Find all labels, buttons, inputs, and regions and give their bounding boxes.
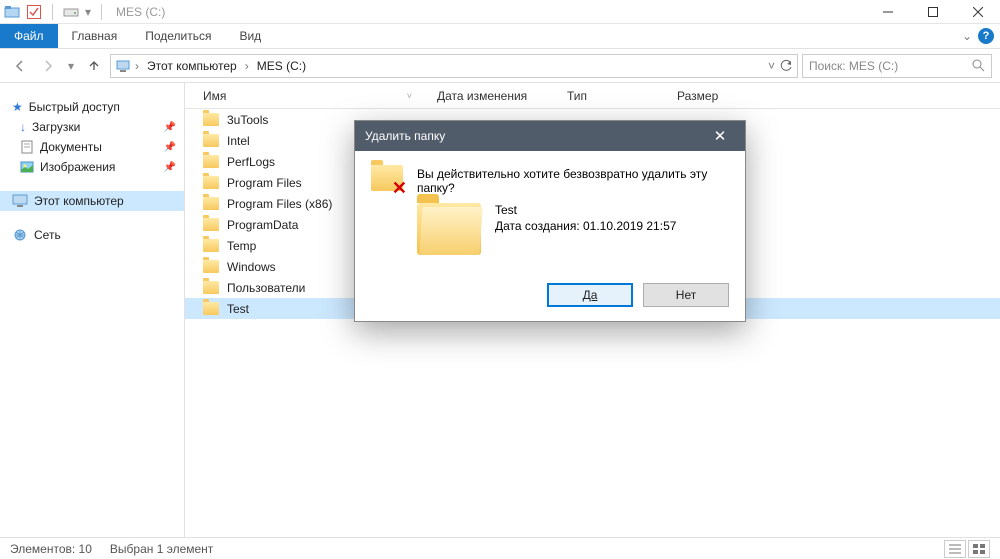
sidebar-quick-access[interactable]: ★ Быстрый доступ bbox=[0, 97, 184, 117]
ribbon-tab-home[interactable]: Главная bbox=[58, 24, 132, 48]
folder-icon bbox=[203, 260, 219, 273]
address-dropdown-icon[interactable]: ˅ bbox=[768, 59, 775, 73]
view-icons-button[interactable] bbox=[968, 540, 990, 558]
window-title: MES (C:) bbox=[116, 5, 165, 19]
minimize-button[interactable] bbox=[865, 0, 910, 24]
downloads-icon: ↓ bbox=[20, 120, 26, 134]
file-name: Program Files (x86) bbox=[227, 197, 332, 211]
file-name: ProgramData bbox=[227, 218, 298, 232]
dialog-titlebar[interactable]: Удалить папку ✕ bbox=[355, 121, 745, 151]
chevron-right-icon: › bbox=[245, 59, 249, 73]
sidebar-this-pc[interactable]: Этот компьютер bbox=[0, 191, 184, 211]
star-icon: ★ bbox=[12, 100, 23, 114]
refresh-icon[interactable] bbox=[779, 59, 793, 73]
file-name: PerfLogs bbox=[227, 155, 275, 169]
app-icon bbox=[4, 4, 20, 20]
dialog-yes-button[interactable]: Да bbox=[547, 283, 633, 307]
folder-icon bbox=[417, 203, 481, 255]
folder-icon bbox=[203, 155, 219, 168]
column-size[interactable]: Размер bbox=[665, 83, 745, 108]
network-icon bbox=[12, 228, 28, 242]
dialog-item-name: Test bbox=[495, 203, 676, 217]
ribbon-expand-icon[interactable]: ⌄ bbox=[962, 29, 972, 43]
folder-delete-icon: ✕ bbox=[371, 165, 403, 193]
status-count: Элементов: 10 bbox=[10, 542, 92, 556]
ribbon: Файл Главная Поделиться Вид ⌄ ? bbox=[0, 24, 1000, 49]
column-name[interactable]: Имя˅ bbox=[185, 83, 425, 108]
column-headers: Имя˅ Дата изменения Тип Размер bbox=[185, 83, 1000, 109]
file-name: Пользователи bbox=[227, 281, 305, 295]
file-name: Windows bbox=[227, 260, 276, 274]
pin-icon: 📌 bbox=[164, 142, 176, 153]
pin-icon: 📌 bbox=[164, 122, 176, 133]
search-placeholder: Поиск: MES (C:) bbox=[809, 59, 898, 73]
dialog-created: Дата создания: 01.10.2019 21:57 bbox=[495, 219, 676, 233]
title-bar: ▾ MES (C:) bbox=[0, 0, 1000, 24]
sidebar-documents[interactable]: Документы 📌 bbox=[0, 137, 184, 157]
pin-icon: 📌 bbox=[164, 162, 176, 173]
forward-button[interactable] bbox=[36, 54, 60, 78]
breadcrumb-pc[interactable]: Этот компьютер bbox=[143, 57, 241, 75]
navigation-pane: ★ Быстрый доступ ↓ Загрузки 📌 Документы … bbox=[0, 83, 185, 537]
pc-icon bbox=[115, 58, 131, 74]
folder-icon bbox=[203, 281, 219, 294]
close-button[interactable] bbox=[955, 0, 1000, 24]
folder-icon bbox=[203, 113, 219, 126]
back-button[interactable] bbox=[8, 54, 32, 78]
drive-icon bbox=[63, 4, 79, 20]
dialog-title: Удалить папку bbox=[365, 129, 445, 143]
ribbon-file-tab[interactable]: Файл bbox=[0, 24, 58, 48]
up-button[interactable] bbox=[82, 54, 106, 78]
dialog-no-button[interactable]: Нет bbox=[643, 283, 729, 307]
chevron-right-icon: › bbox=[135, 59, 139, 73]
search-icon bbox=[972, 59, 985, 72]
ribbon-tab-share[interactable]: Поделиться bbox=[131, 24, 225, 48]
file-name: Intel bbox=[227, 134, 250, 148]
sidebar-downloads[interactable]: ↓ Загрузки 📌 bbox=[0, 117, 184, 137]
file-name: Program Files bbox=[227, 176, 302, 190]
dialog-question: Вы действительно хотите безвозвратно уда… bbox=[417, 165, 729, 195]
file-name: Test bbox=[227, 302, 249, 316]
qat-dropdown-icon[interactable]: ▾ bbox=[85, 5, 91, 19]
file-name: Temp bbox=[227, 239, 256, 253]
address-bar[interactable]: › Этот компьютер › MES (C:) ˅ bbox=[110, 54, 798, 78]
search-input[interactable]: Поиск: MES (C:) bbox=[802, 54, 992, 78]
folder-icon bbox=[203, 218, 219, 231]
delete-folder-dialog: Удалить папку ✕ ✕ Вы действительно хотит… bbox=[354, 120, 746, 322]
folder-icon bbox=[203, 197, 219, 210]
folder-icon bbox=[203, 302, 219, 315]
dialog-close-button[interactable]: ✕ bbox=[705, 127, 735, 145]
folder-icon bbox=[203, 134, 219, 147]
status-selection: Выбран 1 элемент bbox=[110, 542, 213, 556]
recent-dropdown[interactable]: ▾ bbox=[64, 54, 78, 78]
navigation-bar: ▾ › Этот компьютер › MES (C:) ˅ Поиск: M… bbox=[0, 49, 1000, 83]
sidebar-network[interactable]: Сеть bbox=[0, 225, 184, 245]
maximize-button[interactable] bbox=[910, 0, 955, 24]
pictures-icon bbox=[20, 160, 34, 174]
folder-icon bbox=[203, 239, 219, 252]
ribbon-tab-view[interactable]: Вид bbox=[225, 24, 275, 48]
view-details-button[interactable] bbox=[944, 540, 966, 558]
column-date[interactable]: Дата изменения bbox=[425, 83, 555, 108]
breadcrumb-drive[interactable]: MES (C:) bbox=[253, 57, 310, 75]
sidebar-pictures[interactable]: Изображения 📌 bbox=[0, 157, 184, 177]
documents-icon bbox=[20, 140, 34, 154]
pc-icon bbox=[12, 194, 28, 208]
qat-checkbox-icon[interactable] bbox=[26, 4, 42, 20]
help-icon[interactable]: ? bbox=[978, 28, 994, 44]
file-name: 3uTools bbox=[227, 113, 268, 127]
column-type[interactable]: Тип bbox=[555, 83, 665, 108]
status-bar: Элементов: 10 Выбран 1 элемент bbox=[0, 537, 1000, 559]
folder-icon bbox=[203, 176, 219, 189]
